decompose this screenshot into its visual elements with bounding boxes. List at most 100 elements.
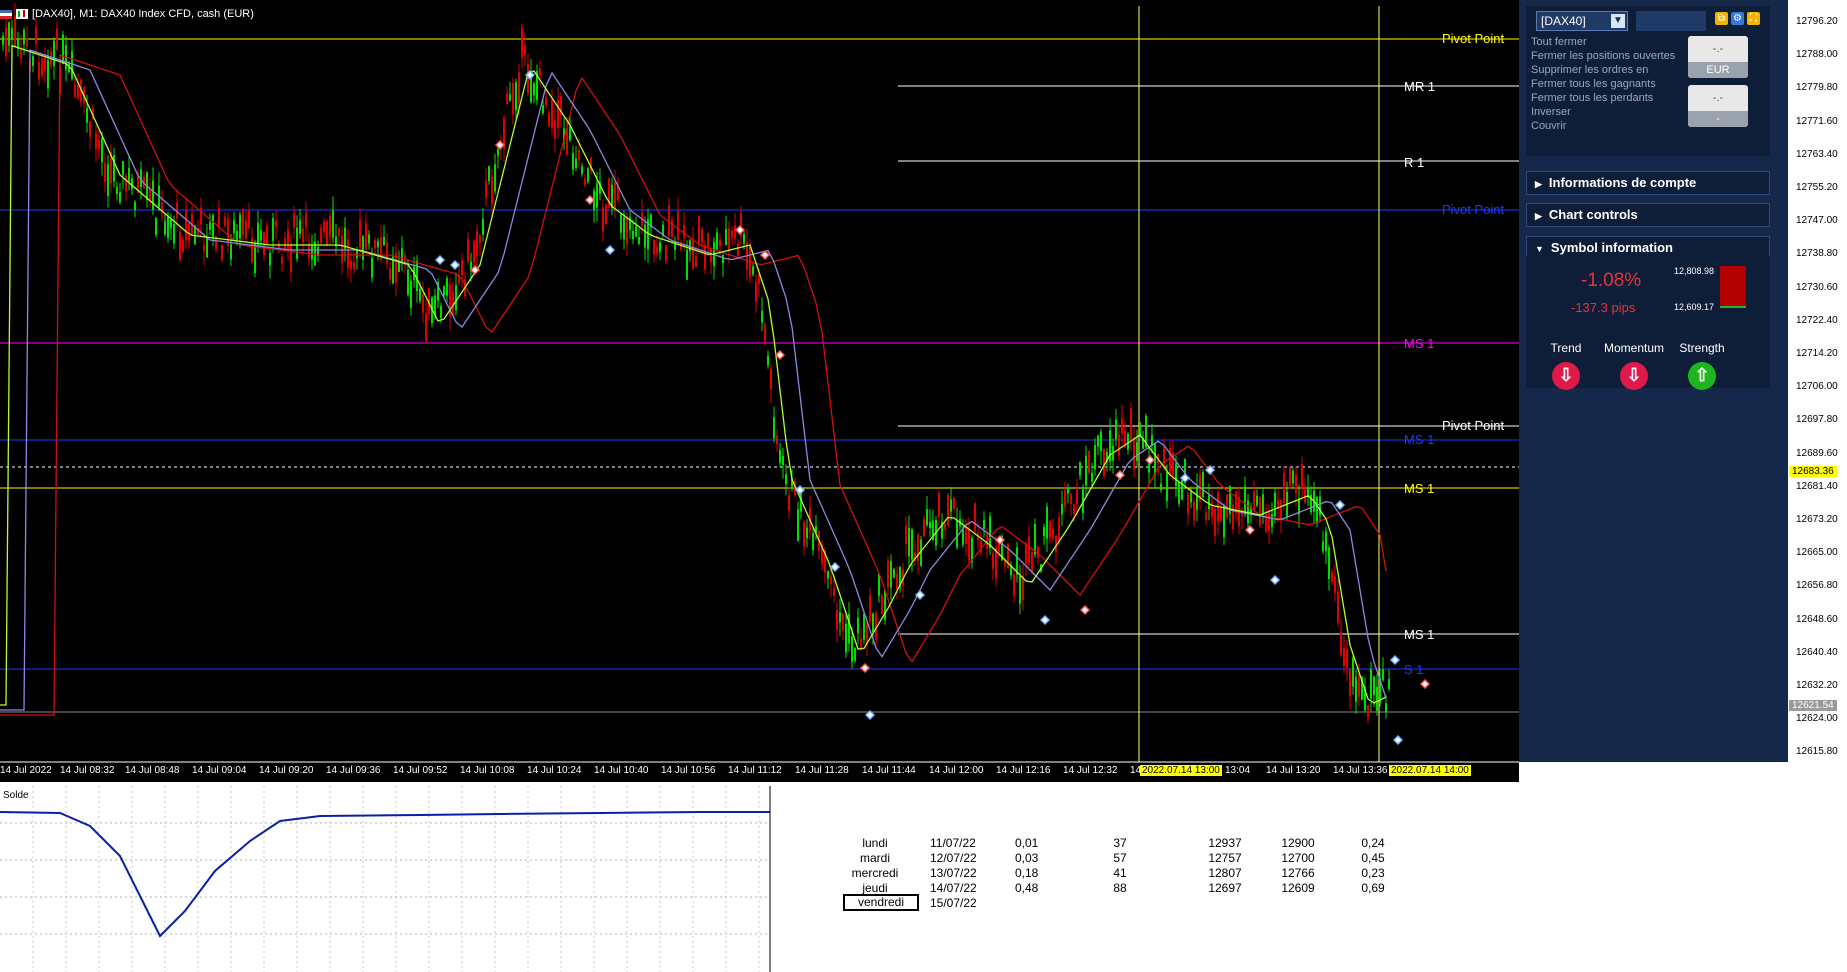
trend-label: Trend	[1550, 341, 1582, 355]
candle-body	[326, 221, 328, 246]
price-chart[interactable]: [DAX40], M1: DAX40 Index CFD, cash (EUR)	[0, 0, 1519, 782]
candle-body	[224, 216, 226, 226]
candle-body	[839, 612, 841, 623]
candle-body	[1349, 669, 1351, 697]
time-tick-label: 14 Jul 10:40	[594, 765, 649, 776]
chevron-down-icon[interactable]: ▼	[1611, 14, 1625, 28]
candle-body	[1208, 494, 1210, 510]
expand-icon[interactable]: ⛶	[1747, 12, 1760, 25]
table-cell-v1: 0,48	[1015, 881, 1039, 895]
close-open-positions-link[interactable]: Fermer les positions ouvertes	[1531, 50, 1675, 62]
candle-body	[545, 97, 547, 106]
price-tick-label: 12673.20	[1796, 514, 1838, 525]
close-winners-link[interactable]: Fermer tous les gagnants	[1531, 78, 1656, 90]
candle-body	[176, 202, 178, 218]
candle-body	[578, 150, 580, 161]
candle-body	[1226, 494, 1228, 518]
candle-body	[722, 254, 724, 264]
candle-body	[494, 164, 496, 192]
arrow-up-icon: ⇧	[1688, 362, 1716, 390]
candle-body	[32, 56, 34, 66]
candle-body	[974, 503, 976, 531]
candle-body	[773, 417, 775, 439]
candle-body	[623, 217, 625, 240]
candle-body	[1058, 517, 1060, 543]
table-cell-ratio: 0,23	[1361, 866, 1385, 880]
candlestick-canvas[interactable]	[0, 0, 1519, 782]
signal-marker	[1392, 734, 1404, 746]
table-cell-date: 13/07/22	[930, 866, 977, 880]
candle-body	[338, 228, 340, 237]
candle-body	[521, 27, 523, 58]
candle-body	[1061, 504, 1063, 515]
balance-title: Solde	[3, 790, 29, 801]
candle-body	[1247, 500, 1249, 524]
symbol-select[interactable]: [DAX40] ▼	[1536, 11, 1628, 31]
candle-body	[182, 239, 184, 253]
balance-line	[0, 811, 770, 938]
candle-body	[1367, 705, 1369, 718]
day-low: 12,609.17	[1674, 302, 1715, 312]
candle-body	[425, 313, 427, 342]
close-losers-link[interactable]: Fermer tous les perdants	[1531, 92, 1653, 104]
level-label: MS 1	[1404, 627, 1435, 642]
candle-body	[125, 175, 127, 192]
buy-button[interactable]: -.- EUR	[1688, 36, 1748, 78]
candle-body	[1160, 483, 1162, 491]
level-label: MS 1	[1404, 481, 1435, 496]
signal-marker	[914, 589, 926, 601]
candle-body	[347, 239, 349, 269]
candle-body	[719, 239, 721, 247]
quantity-input[interactable]	[1636, 11, 1706, 31]
reverse-link[interactable]: Inverser	[1531, 106, 1571, 118]
candles-icon	[16, 9, 28, 19]
candle-body	[956, 520, 958, 548]
candle-body	[929, 521, 931, 528]
sell-button[interactable]: -.- -	[1688, 85, 1748, 127]
candle-body	[89, 121, 91, 138]
candle-body	[1385, 703, 1387, 712]
candle-body	[1121, 418, 1123, 434]
candle-body	[353, 262, 355, 270]
change-pips: -137.3 pips	[1571, 300, 1636, 315]
hedge-link[interactable]: Couvrir	[1531, 120, 1566, 132]
table-cell-low: 12609	[1281, 881, 1315, 895]
candle-body	[515, 82, 517, 111]
table-cell-day: lundi	[862, 836, 888, 850]
candle-body	[725, 229, 727, 246]
candle-body	[512, 82, 514, 115]
candle-body	[1100, 431, 1102, 452]
time-tick-label: 14 Jul 11:12	[728, 765, 782, 776]
candle-body	[362, 236, 364, 260]
table-cell-ratio: 0,24	[1361, 836, 1385, 850]
gear-icon[interactable]: ⚙	[1731, 12, 1744, 25]
accordion-account-info[interactable]: ▶ Informations de compte	[1526, 171, 1770, 195]
time-tick-label: 14 Jul 13:20	[1266, 765, 1321, 776]
candle-body	[356, 249, 358, 259]
candle-body	[638, 236, 640, 244]
candle-body	[1232, 504, 1234, 530]
candle-body	[704, 244, 706, 270]
table-cell-day: mercredi	[851, 866, 899, 880]
delete-orders-link[interactable]: Supprimer les ordres en	[1531, 64, 1648, 76]
time-tick-label: 14 Jul 13:36	[1333, 765, 1388, 776]
candle-body	[1190, 490, 1192, 503]
table-cell-day[interactable]: vendredi	[843, 894, 919, 911]
candle-body	[752, 266, 754, 275]
candle-body	[365, 222, 367, 251]
accordion-chart-controls[interactable]: ▶ Chart controls	[1526, 203, 1770, 227]
candle-body	[830, 576, 832, 584]
price-tick-label: 12689.60	[1796, 447, 1838, 459]
candle-body	[911, 529, 913, 560]
price-tick-label: 12640.40	[1796, 646, 1838, 658]
copy-icon[interactable]: ⧉	[1715, 12, 1728, 25]
candle-body	[992, 552, 994, 569]
close-all-link[interactable]: Tout fermer	[1531, 36, 1587, 48]
candle-body	[788, 494, 790, 511]
table-cell-v2: 57	[1113, 851, 1127, 865]
table-cell-high: 12697	[1208, 881, 1242, 895]
candle-body	[242, 209, 244, 235]
price-tick-label: 12632.20	[1796, 680, 1838, 691]
candle-body	[359, 219, 361, 248]
candle-body	[269, 252, 271, 266]
